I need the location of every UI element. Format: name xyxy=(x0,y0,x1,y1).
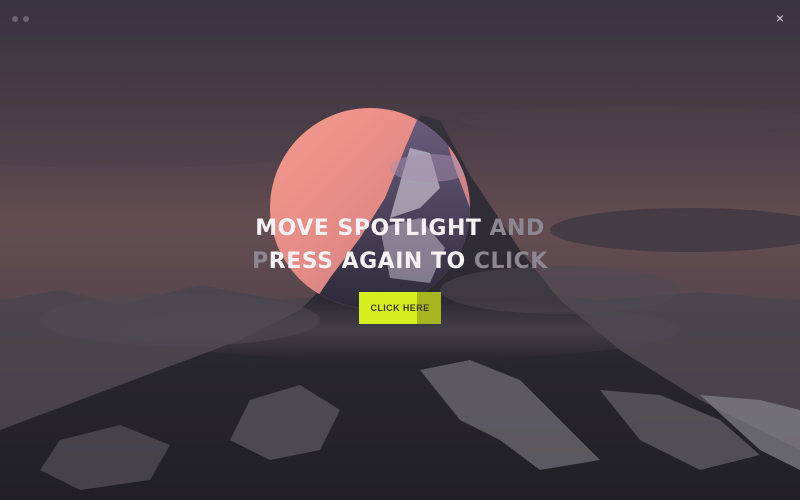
click-here-button[interactable]: CLICK HERE xyxy=(359,292,441,324)
headline-lit-text: MOVE SPOTLIGHT xyxy=(255,216,482,241)
headline-dim-text: CLICK xyxy=(465,249,548,274)
headline: MOVE SPOTLIGHT AND PRESS AGAIN TO CLICK xyxy=(0,212,800,278)
spotlight-scene: × MOVE SPOTLIGHT AND PRESS AGAIN TO CLIC… xyxy=(0,0,800,500)
close-icon[interactable]: × xyxy=(772,10,788,26)
headline-dim-text: P xyxy=(252,249,269,274)
headline-dim-text: AND xyxy=(481,216,545,241)
headline-line-2: PRESS AGAIN TO CLICK xyxy=(0,245,800,278)
click-here-label: CLICK HERE xyxy=(370,303,430,313)
spotlight-circle[interactable] xyxy=(270,108,470,308)
window-dot[interactable] xyxy=(12,16,18,22)
headline-line-1: MOVE SPOTLIGHT AND xyxy=(0,212,800,245)
spotlight-view-image xyxy=(270,108,470,308)
window-dot[interactable] xyxy=(23,16,29,22)
window-controls xyxy=(12,16,29,22)
headline-lit-text: RESS AGAIN TO xyxy=(268,249,466,274)
